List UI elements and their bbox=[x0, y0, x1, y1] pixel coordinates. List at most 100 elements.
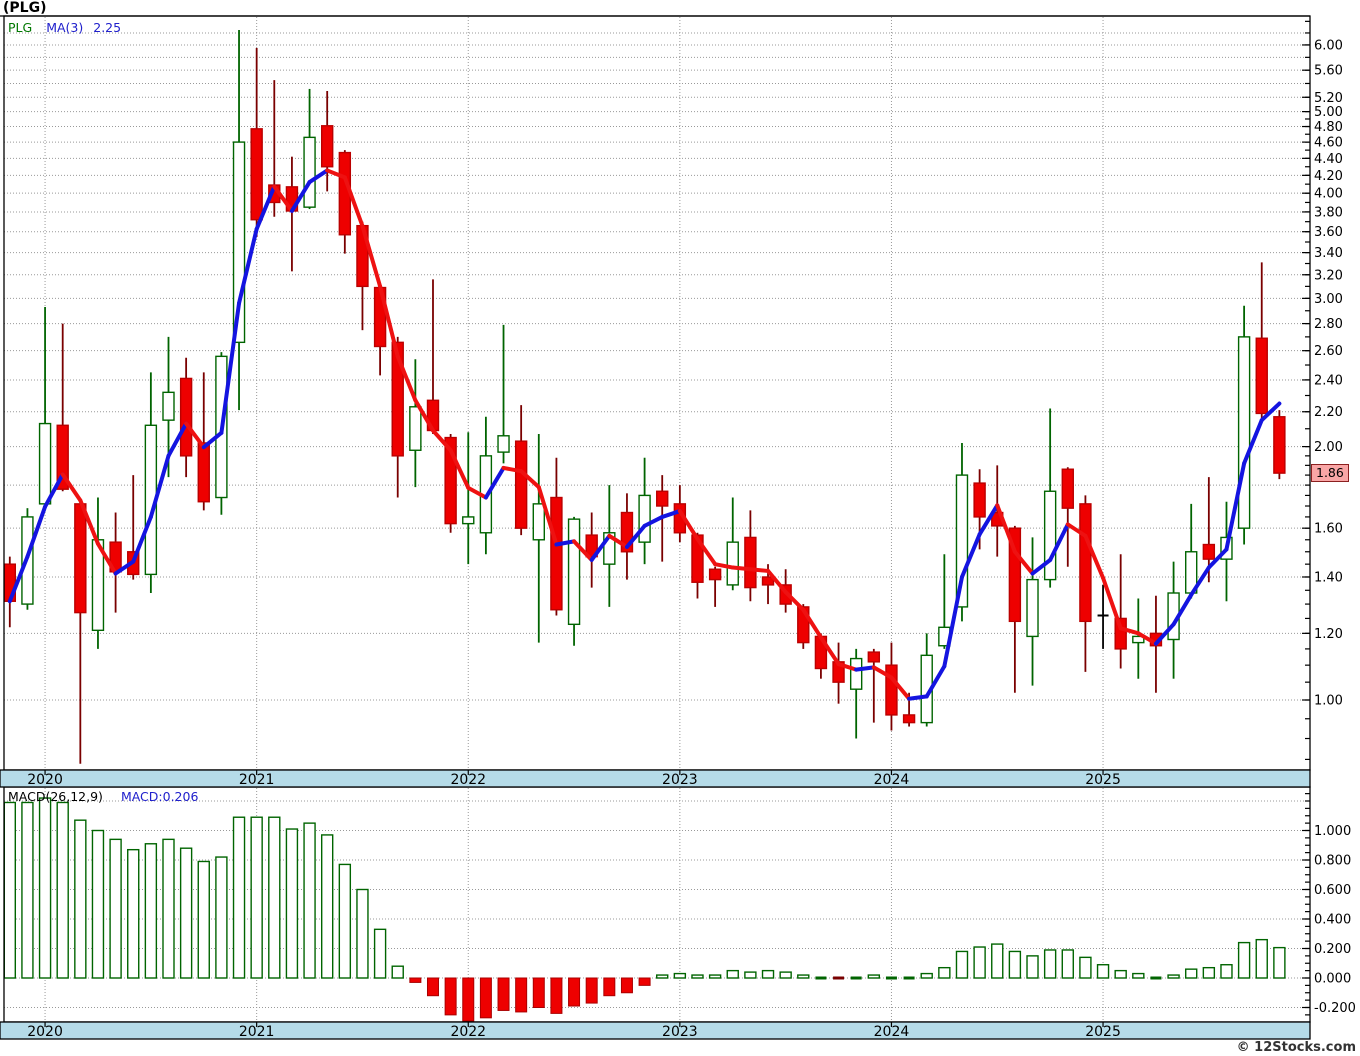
candle-body bbox=[849, 657, 863, 690]
macd-positive-bar bbox=[303, 822, 316, 979]
candle-body bbox=[567, 518, 581, 626]
macd-positive-bar bbox=[1096, 964, 1110, 979]
price-plot-border bbox=[3, 15, 1311, 771]
year-label: 2023 bbox=[662, 1024, 698, 1040]
candle-body bbox=[708, 568, 722, 581]
price-axis-label: 2.20 bbox=[1314, 405, 1343, 420]
macd-positive-bar bbox=[356, 888, 369, 979]
candle-body bbox=[973, 482, 986, 518]
macd-positive-bar bbox=[761, 969, 775, 979]
macd-positive-bar bbox=[1132, 972, 1145, 979]
macd-positive-bar bbox=[109, 838, 122, 979]
macd-positive-bar bbox=[920, 972, 933, 979]
macd-positive-bar bbox=[268, 816, 281, 979]
year-label: 2025 bbox=[1085, 1024, 1121, 1040]
last-price-badge: 1.86 bbox=[1311, 464, 1349, 483]
macd-positive-bar bbox=[938, 966, 951, 979]
macd-positive-bar bbox=[779, 971, 792, 979]
candle-body bbox=[1079, 503, 1092, 623]
macd-axis-label: 0.000 bbox=[1314, 972, 1351, 987]
candle-body bbox=[179, 377, 193, 457]
macd-positive-bar bbox=[179, 847, 193, 979]
macd-positive-bar bbox=[744, 971, 757, 979]
macd-positive-bar bbox=[991, 943, 1004, 979]
macd-positive-bar bbox=[656, 974, 669, 979]
macd-positive-bar bbox=[91, 829, 105, 979]
macd-positive-bar bbox=[1043, 949, 1057, 979]
price-axis-label: 5.60 bbox=[1314, 64, 1343, 79]
macd-positive-bar bbox=[215, 856, 228, 979]
macd-axis-label: 1.000 bbox=[1314, 824, 1351, 839]
ma-line-segment bbox=[942, 574, 964, 669]
candle-body bbox=[885, 664, 898, 716]
candle-body bbox=[1237, 336, 1251, 529]
price-axis-label: 1.20 bbox=[1314, 627, 1343, 642]
price-axis-label: 4.20 bbox=[1314, 169, 1343, 184]
candle-body bbox=[1273, 416, 1286, 474]
price-axis-label: 2.40 bbox=[1314, 373, 1343, 388]
macd-positive-bar bbox=[1061, 949, 1074, 979]
macd-positive-bar bbox=[673, 972, 687, 979]
macd-positive-bar bbox=[162, 838, 175, 979]
price-axis-label: 1.40 bbox=[1314, 570, 1343, 585]
macd-positive-bar bbox=[1202, 966, 1216, 979]
macd-positive-bar bbox=[726, 969, 739, 979]
macd-positive-bar bbox=[1026, 955, 1039, 979]
macd-positive-bar bbox=[955, 950, 969, 979]
macd-positive-bar bbox=[1167, 974, 1180, 979]
ma-indicator-value: 2.25 bbox=[93, 20, 122, 35]
macd-zero-bar bbox=[903, 976, 915, 980]
year-label: 2023 bbox=[662, 772, 698, 788]
price-axis-label: 4.80 bbox=[1314, 120, 1343, 135]
macd-positive-bar bbox=[708, 974, 722, 979]
price-axis-label: 4.60 bbox=[1314, 136, 1343, 151]
year-label: 2021 bbox=[239, 772, 275, 788]
ma-line-segment bbox=[748, 567, 771, 573]
candle-body bbox=[514, 440, 528, 529]
candle-body bbox=[867, 651, 881, 663]
price-axis-label: 2.80 bbox=[1314, 317, 1343, 332]
year-label: 2020 bbox=[27, 1024, 63, 1040]
year-label: 2022 bbox=[450, 772, 486, 788]
macd-negative-bar bbox=[585, 977, 598, 1004]
macd-negative-bar bbox=[550, 977, 563, 1014]
macd-zero-bar bbox=[1150, 976, 1162, 980]
ma-line-segment bbox=[1101, 575, 1123, 631]
candle-body bbox=[303, 136, 316, 208]
macd-negative-bar bbox=[426, 977, 439, 997]
price-axis-label: 3.20 bbox=[1314, 268, 1343, 283]
candle-body bbox=[409, 406, 422, 451]
macd-positive-bar bbox=[1114, 969, 1127, 979]
candle-body bbox=[38, 422, 52, 505]
copyright-label: © 12Stocks.com bbox=[1236, 1040, 1356, 1055]
macd-negative-bar bbox=[568, 977, 581, 1007]
macd-positive-bar bbox=[232, 816, 246, 979]
candle-body bbox=[497, 435, 510, 453]
macd-zero-bar bbox=[850, 976, 862, 980]
price-axis-label: 1.00 bbox=[1314, 694, 1343, 709]
macd-positive-bar bbox=[391, 965, 404, 979]
macd-positive-bar bbox=[127, 848, 140, 979]
price-axis-label: 1.60 bbox=[1314, 522, 1343, 537]
macd-positive-bar bbox=[373, 928, 387, 979]
candle-body bbox=[1202, 543, 1216, 560]
macd-positive-bar bbox=[973, 946, 986, 979]
macd-positive-bar bbox=[1079, 956, 1092, 979]
macd-negative-bar bbox=[620, 977, 633, 994]
price-axis-label: 3.40 bbox=[1314, 246, 1343, 261]
candle-body bbox=[197, 442, 210, 503]
macd-negative-bar bbox=[444, 977, 457, 1016]
candle-body bbox=[462, 516, 475, 525]
candle-body bbox=[532, 503, 545, 541]
year-label: 2022 bbox=[450, 1024, 486, 1040]
price-axis-label: 3.80 bbox=[1314, 205, 1343, 220]
macd-zero-bar bbox=[885, 976, 897, 980]
macd-positive-bar bbox=[197, 860, 210, 979]
macd-positive-bar bbox=[867, 974, 881, 979]
macd-legend: MACD(26,12,9) MACD:0.206 bbox=[8, 789, 198, 804]
year-label: 2020 bbox=[27, 772, 63, 788]
price-axis-label: 4.00 bbox=[1314, 187, 1343, 202]
price-legend: PLG MA(3) 2.25 bbox=[8, 20, 121, 35]
macd-axis-label: 0.600 bbox=[1314, 883, 1351, 898]
macd-negative-bar bbox=[479, 977, 492, 1019]
